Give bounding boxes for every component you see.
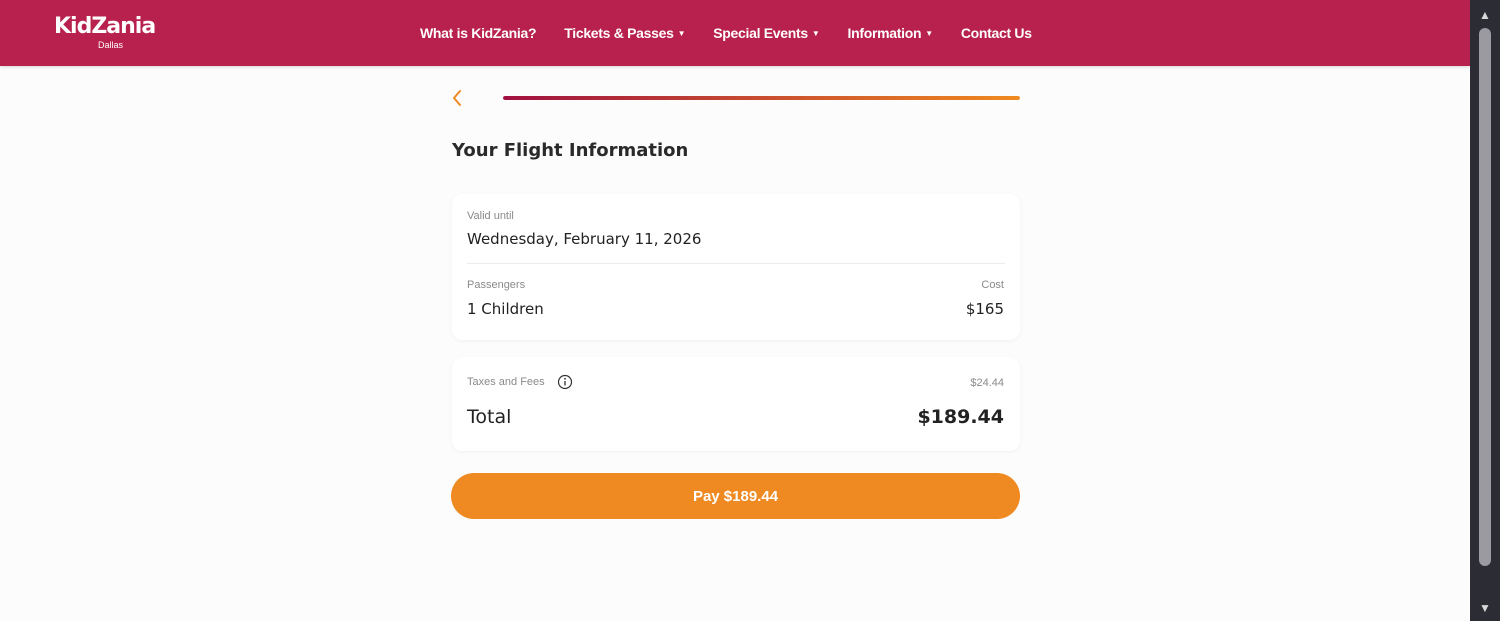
taxes-row: Taxes and Fees <box>467 374 573 390</box>
page-title: Your Flight Information <box>452 140 689 161</box>
progress-fill <box>503 96 1020 100</box>
scroll-down-arrow-icon[interactable]: ▼ <box>1470 597 1500 619</box>
total-value: $189.44 <box>917 406 1004 428</box>
back-button[interactable] <box>446 86 470 110</box>
logo-text: KidZania <box>54 14 156 39</box>
nav-item-label: Tickets & Passes <box>564 25 674 41</box>
nav-item-label: Contact Us <box>960 25 1032 41</box>
taxes-fees-value: $24.44 <box>970 377 1004 389</box>
kidzania-logo[interactable]: KidZania Dallas <box>54 14 166 54</box>
cost-value: $165 <box>965 300 1004 318</box>
cost-label: Cost <box>981 279 1004 291</box>
nav-item-label: What is KidZania? <box>420 25 537 41</box>
chevron-left-icon <box>453 90 461 106</box>
caret-down-icon: ▼ <box>811 28 820 38</box>
caret-down-icon: ▼ <box>677 28 686 38</box>
vertical-scrollbar[interactable]: ▲ ▼ <box>1470 0 1500 621</box>
taxes-fees-label: Taxes and Fees <box>467 376 545 388</box>
pay-button[interactable]: Pay $189.44 <box>451 473 1020 519</box>
nav-item-label: Information <box>847 25 922 41</box>
total-label: Total <box>467 406 512 428</box>
checkout-progress-bar <box>503 96 1020 100</box>
scrollbar-thumb[interactable] <box>1479 28 1491 566</box>
nav-item-contact-us[interactable]: Contact Us <box>961 25 1032 41</box>
flight-details-card: Valid until Wednesday, February 11, 2026… <box>452 194 1020 340</box>
nav-item-what-is-kidzania[interactable]: What is KidZania? <box>420 25 537 41</box>
nav-item-information[interactable]: Information ▼ <box>847 25 934 41</box>
price-summary-card: Taxes and Fees $24.44 Total $189.44 <box>452 357 1020 451</box>
main-nav: What is KidZania? Tickets & Passes ▼ Spe… <box>420 0 1060 66</box>
nav-item-special-events[interactable]: Special Events ▼ <box>713 25 820 41</box>
passengers-value: 1 Children <box>467 300 544 318</box>
logo-location: Dallas <box>98 40 124 50</box>
passengers-label: Passengers <box>467 279 526 291</box>
info-icon[interactable] <box>557 374 573 390</box>
valid-until-label: Valid until <box>467 210 514 222</box>
nav-item-label: Special Events <box>713 25 808 41</box>
divider <box>467 263 1005 264</box>
scroll-up-arrow-icon[interactable]: ▲ <box>1470 4 1500 26</box>
nav-item-tickets-passes[interactable]: Tickets & Passes ▼ <box>564 25 685 41</box>
valid-until-value: Wednesday, February 11, 2026 <box>467 230 702 248</box>
caret-down-icon: ▼ <box>925 28 933 38</box>
top-navbar: KidZania Dallas What is KidZania? Ticket… <box>0 0 1470 66</box>
